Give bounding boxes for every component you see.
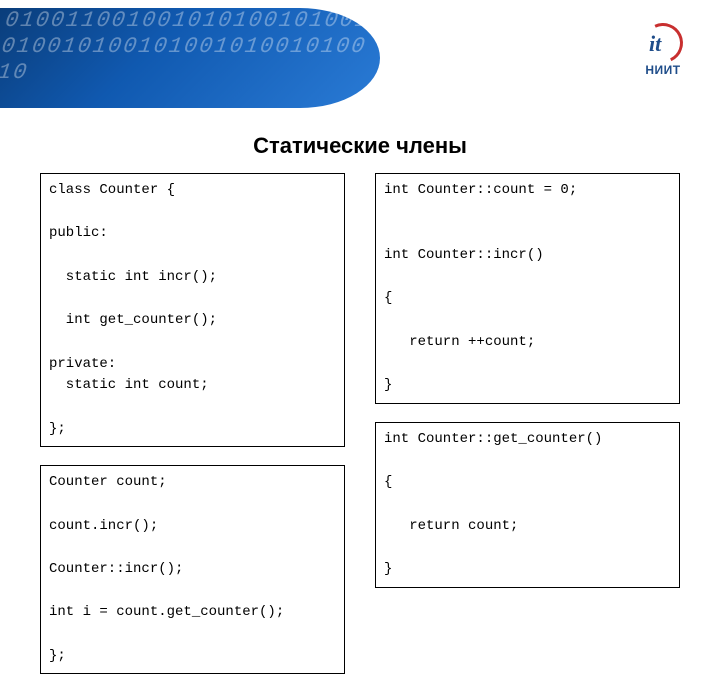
code-box-incr-def: int Counter::count = 0; int Counter::inc… xyxy=(375,173,680,404)
right-column: int Counter::count = 0; int Counter::inc… xyxy=(375,173,680,674)
logo-abbr: it xyxy=(649,31,661,57)
code-box-usage: Counter count; count.incr(); Counter::in… xyxy=(40,465,345,674)
logo-label: НИИТ xyxy=(641,63,685,77)
code-box-getcounter-def: int Counter::get_counter() { return coun… xyxy=(375,422,680,588)
slide-title: Статические члены xyxy=(0,133,720,159)
logo-icon: it xyxy=(641,25,685,61)
slide-header: it НИИТ xyxy=(0,0,720,125)
niit-logo: it НИИТ xyxy=(641,25,685,77)
code-content: class Counter { public: static int incr(… xyxy=(0,173,720,674)
code-box-class-decl: class Counter { public: static int incr(… xyxy=(40,173,345,447)
left-column: class Counter { public: static int incr(… xyxy=(40,173,345,674)
